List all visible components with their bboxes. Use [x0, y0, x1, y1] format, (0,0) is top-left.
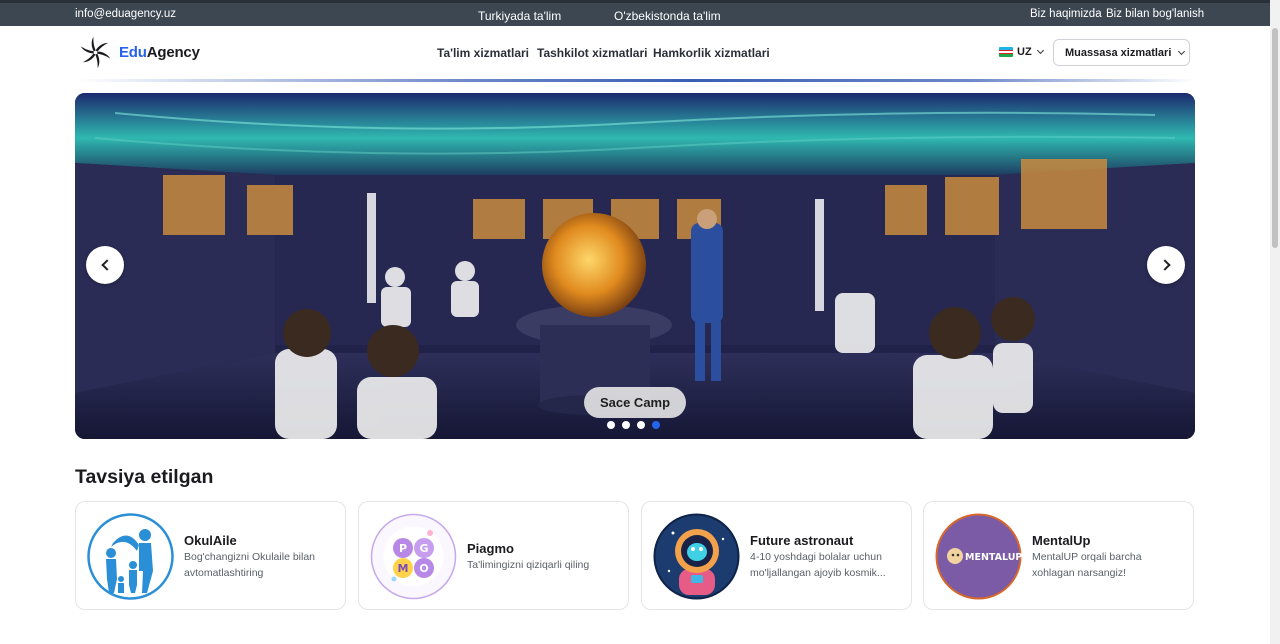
svg-text:MENTALUP: MENTALUP: [965, 552, 1022, 563]
card-title: Future astronaut: [750, 533, 854, 548]
astronaut-icon: [653, 513, 740, 600]
card-title: Piagmo: [467, 541, 514, 556]
link-uzbekistan-education[interactable]: O'zbekistonda ta'lim: [614, 9, 721, 23]
page-scrollbar[interactable]: [1270, 0, 1280, 644]
card-mentalup[interactable]: MENTALUP MentalUp MentalUP orqali barcha…: [923, 501, 1194, 610]
card-future-astronaut[interactable]: Future astronaut 4-10 yoshdagi bolalar u…: [641, 501, 912, 610]
mentalup-logo-icon: MENTALUP: [935, 513, 1022, 600]
hero-carousel[interactable]: Sace Camp: [75, 93, 1195, 439]
card-description: 4-10 yoshdagi bolalar uchun mo'ljallanga…: [750, 551, 886, 579]
top-bar: info@eduagency.uz Turkiyada ta'lim O'zbe…: [0, 0, 1270, 26]
card-description: MentalUP orqali barcha xohlagan narsangi…: [1032, 551, 1142, 579]
nav-organization-services[interactable]: Tashkilot xizmatlari: [537, 46, 647, 60]
carousel-dot[interactable]: [622, 421, 630, 429]
svg-text:M: M: [398, 562, 409, 575]
site-header: EduAgency Ta'lim xizmatlari Tashkilot xi…: [0, 26, 1270, 82]
svg-text:O: O: [419, 562, 428, 575]
card-piagmo[interactable]: P G M O Piagmo Ta'limingizni qiziqarli q…: [358, 501, 629, 610]
site-logo[interactable]: EduAgency: [80, 37, 200, 68]
carousel-dot-active[interactable]: [652, 421, 660, 429]
institution-services-label: Muassasa xizmatlari: [1065, 46, 1172, 59]
recommended-title: Tavsiya etilgan: [75, 466, 214, 488]
uzbekistan-flag-icon: [999, 47, 1013, 57]
chevron-down-icon: [1036, 46, 1044, 55]
family-logo-icon: [87, 513, 174, 600]
card-okulaile[interactable]: OkulAile Bog'changizni Okulaile bilan av…: [75, 501, 346, 610]
card-description: Bog'changizni Okulaile bilan avtomatlash…: [184, 551, 316, 579]
chevron-down-icon: [1178, 47, 1186, 55]
piagmo-logo-icon: P G M O: [370, 513, 457, 600]
carousel-dot[interactable]: [607, 421, 615, 429]
card-title: OkulAile: [184, 533, 237, 548]
nav-education-services[interactable]: Ta'lim xizmatlari: [437, 46, 529, 60]
link-turkey-education[interactable]: Turkiyada ta'lim: [478, 9, 561, 23]
nav-partnership-services[interactable]: Hamkorlik xizmatlari: [653, 46, 770, 60]
header-divider: [75, 79, 1195, 82]
language-code: UZ: [1017, 46, 1032, 58]
logo-text: EduAgency: [119, 44, 200, 61]
institution-services-button[interactable]: Muassasa xizmatlari: [1053, 39, 1190, 66]
carousel-dot[interactable]: [637, 421, 645, 429]
carousel-dots: [607, 421, 660, 429]
link-about-us[interactable]: Biz haqimizda: [1030, 8, 1102, 20]
card-description: Ta'limingizni qiziqarli qiling: [467, 559, 590, 571]
chevron-right-icon: [1158, 259, 1171, 271]
link-contact-us[interactable]: Biz bilan bog'lanish: [1106, 8, 1204, 20]
carousel-next-button[interactable]: [1147, 246, 1185, 284]
logo-swirl-icon: [80, 37, 111, 68]
slide-caption-button[interactable]: Sace Camp: [584, 387, 686, 418]
svg-text:G: G: [419, 542, 428, 555]
language-selector[interactable]: UZ: [999, 46, 1044, 58]
scrollbar-thumb[interactable]: [1272, 28, 1278, 248]
contact-email[interactable]: info@eduagency.uz: [75, 8, 176, 20]
svg-text:P: P: [399, 542, 407, 555]
chevron-left-icon: [100, 259, 113, 271]
carousel-prev-button[interactable]: [86, 246, 124, 284]
card-title: MentalUp: [1032, 533, 1091, 548]
